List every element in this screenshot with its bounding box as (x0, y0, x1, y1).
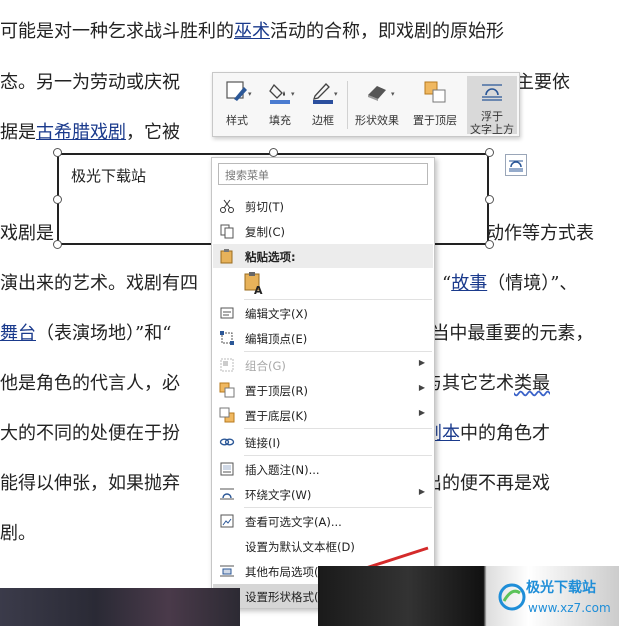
aurora-logo-icon (498, 583, 526, 611)
watermark-text: 极光下载站 (526, 580, 596, 596)
watermark-logo: 极光下载站 www.xz7.com (498, 575, 616, 623)
bottom-image-left (0, 588, 240, 626)
watermark-url: www.xz7.com (528, 601, 611, 615)
annotation-arrow-icon (322, 546, 429, 586)
